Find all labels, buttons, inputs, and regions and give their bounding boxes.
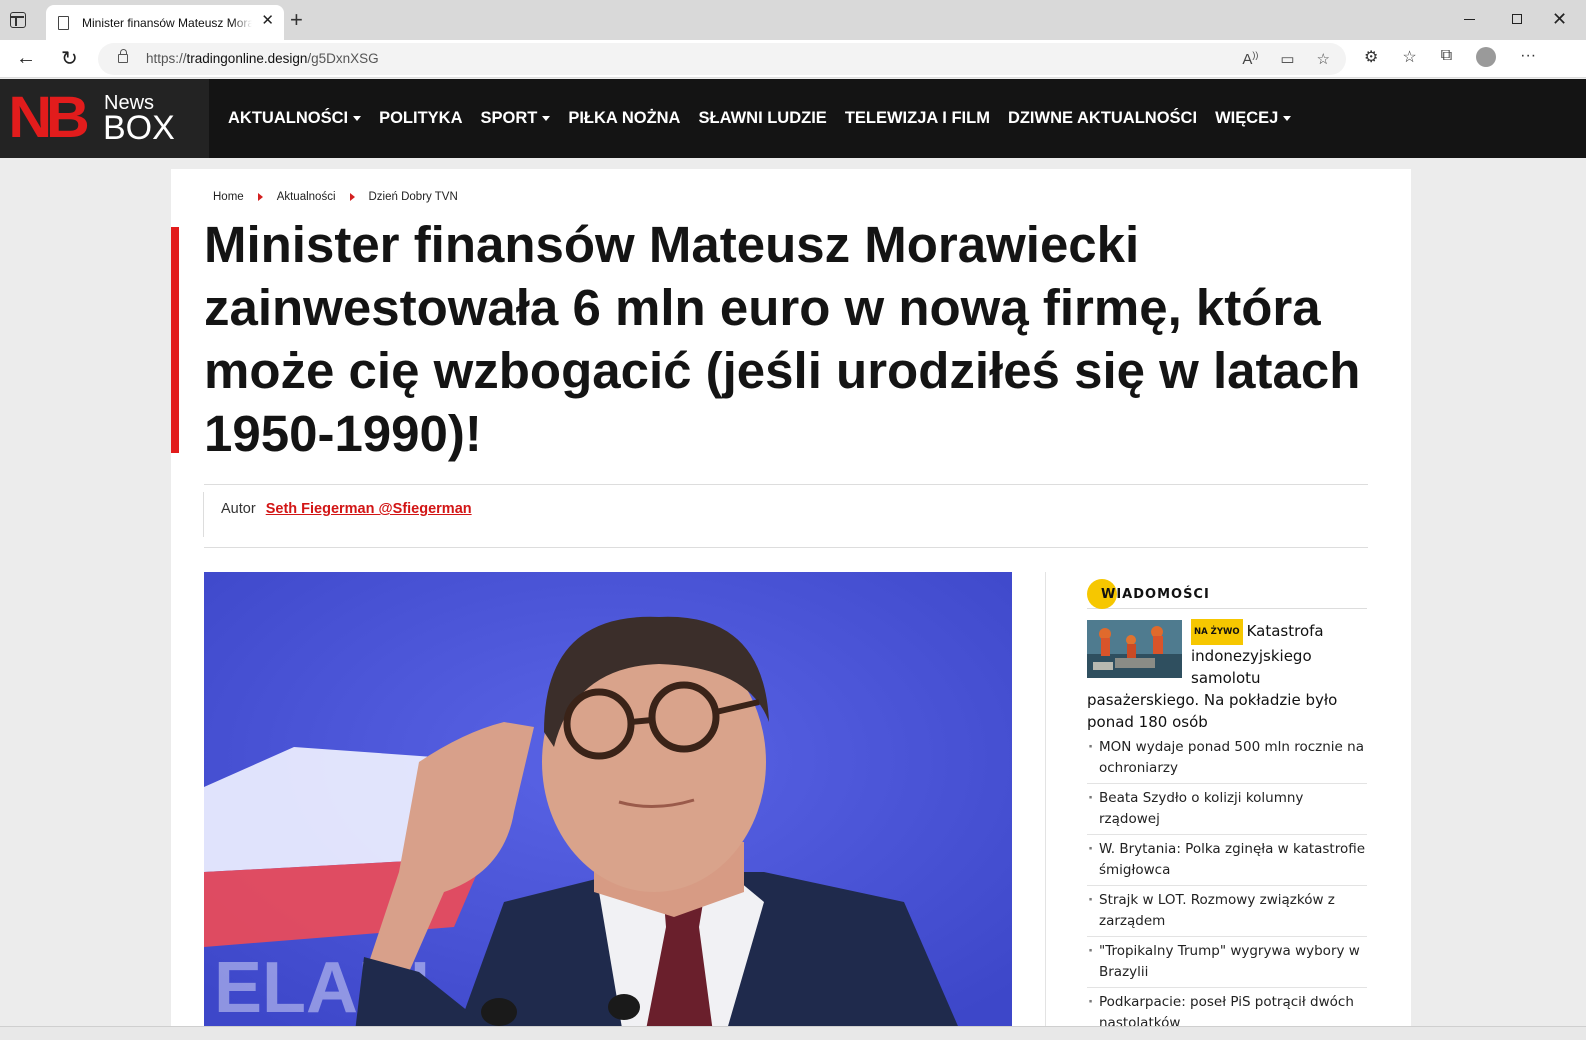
article-container: Home Aktualności Dzień Dobry TVN Ministe… [171,169,1411,1040]
featured-news[interactable]: NA ŻYWO Katastrofa indonezyjskiego samolo… [1087,619,1367,733]
more-menu-icon[interactable]: ··· [1520,47,1536,67]
reload-icon[interactable]: ↻ [61,46,78,71]
profile-avatar[interactable] [1476,47,1497,67]
address-bar-row: ← ↻ https://tradingonline.design/g5DxnXS… [0,40,1586,78]
window-close-button[interactable]: ✕ [1552,9,1567,30]
author-row: Autor Seth Fiegerman @Sfiegerman [221,501,472,517]
nav-item-dziwne-aktualności[interactable]: DZIWNE AKTUALNOŚCI [1008,109,1197,128]
favorites-icon[interactable]: ☆ [1402,47,1416,67]
breadcrumb-section[interactable]: Aktualności [277,191,336,203]
nav-item-telewizja-i-film[interactable]: TELEWIZJA I FILM [845,109,990,128]
news-list: MON wydaje ponad 500 mln rocznie na ochr… [1087,733,1367,1039]
tab-close-icon[interactable]: ✕ [261,13,274,29]
nav-item-sport[interactable]: SPORT [481,109,551,128]
read-aloud-icon[interactable]: A)) [1242,50,1258,68]
news-sidebar: WIADOMOŚCI NA ŻYWO Katastrofa indonezyjsk… [1087,579,1367,1039]
window-bottom-edge [0,1026,1586,1040]
nav-item-więcej[interactable]: WIĘCEJ [1215,109,1292,128]
new-tab-button[interactable]: + [290,9,303,31]
site-logo[interactable]: NB News BOX [0,79,209,158]
divider [204,484,1368,485]
immersive-reader-icon[interactable]: ▭ [1280,50,1294,68]
breadcrumb-current[interactable]: Dzień Dobry TVN [369,191,458,203]
browser-tab-bar: Minister finansów Mateusz Morawiecki ✕ +… [0,0,1586,40]
headline-accent-bar [171,227,179,453]
news-list-item[interactable]: MON wydaje ponad 500 mln rocznie na ochr… [1087,733,1367,784]
window-maximize-button[interactable] [1512,14,1522,24]
news-list-item[interactable]: Beata Szydło o kolizji kolumny rządowej [1087,784,1367,835]
portrait-photo: ELARI [204,572,1012,1040]
url-path: /g5DxnXSG [307,51,379,66]
divider [203,492,204,537]
author-link[interactable]: Seth Fiegerman @Sfiegerman [266,501,472,517]
nav-item-polityka[interactable]: POLITYKA [379,109,462,128]
nav-item-label: AKTUALNOŚCI [228,109,349,127]
site-header: NB News BOX AKTUALNOŚCI POLITYKA SPORT PIŁK… [0,79,1586,158]
browser-toolbar: ⚙ ☆ ⧉ ··· [1364,47,1536,67]
news-list-item[interactable]: Strajk w LOT. Rozmowy związków z zarząde… [1087,886,1367,937]
nav-item-piłka-nożna[interactable]: PIŁKA NOŻNA [568,109,680,128]
column-divider [1045,572,1046,1040]
url-text: https://tradingonline.design/g5DxnXSG [146,51,379,66]
live-badge: NA ŻYWO [1191,619,1243,645]
chevron-down-icon [542,116,551,121]
tab-title: Minister finansów Mateusz Morawiecki [82,16,252,30]
nav-item-aktualności[interactable]: AKTUALNOŚCI [228,109,362,128]
main-nav: AKTUALNOŚCI POLITYKA SPORT PIŁKA NOŻNA SŁAWN… [228,79,1292,158]
collections-icon[interactable]: ⧉ [1441,47,1452,67]
breadcrumb-separator-icon [349,193,355,201]
url-actions: A)) ▭ ☆ [1242,50,1330,68]
divider [204,547,1368,548]
nav-item-sławni-ludzie[interactable]: SŁAWNI LUDZIE [698,109,826,128]
chevron-down-icon [353,116,362,121]
section-title: WIADOMOŚCI [1101,587,1210,602]
lock-icon[interactable] [118,49,128,63]
window-minimize-button[interactable] [1464,19,1475,20]
nav-item-label: SPORT [480,109,538,127]
logo-box-text: BOX [103,109,175,147]
breadcrumb: Home Aktualności Dzień Dobry TVN [213,191,458,203]
back-arrow-icon[interactable]: ← [16,47,36,70]
nav-item-label: DZIWNE AKTUALNOŚCI [1007,109,1198,127]
nav-item-label: SŁAWNI LUDZIE [698,109,827,127]
chevron-down-icon [1283,116,1292,121]
nav-item-label: PIŁKA NOŻNA [568,109,681,127]
nav-item-label: TELEWIZJA I FILM [844,109,990,127]
tab-actions-icon[interactable] [10,12,26,28]
author-label: Autor [221,501,256,517]
browser-tab-active[interactable]: Minister finansów Mateusz Morawiecki ✕ [46,5,284,40]
section-header: WIADOMOŚCI [1087,579,1367,609]
breadcrumb-separator-icon [257,193,263,201]
article-headline: Minister finansów Mateusz Morawiecki zai… [204,216,1361,462]
extensions-icon[interactable]: ⚙ [1364,47,1378,67]
breadcrumb-home[interactable]: Home [213,191,244,203]
article-hero-image: ELARI [204,572,1012,1040]
news-list-item[interactable]: "Tropikalny Trump" wygrywa wybory w Braz… [1087,937,1367,988]
url-prefix: https:// [146,51,187,66]
page-icon [58,16,69,30]
url-field[interactable]: https://tradingonline.design/g5DxnXSG A)… [98,43,1346,75]
featured-thumbnail[interactable] [1087,620,1182,678]
nav-item-label: POLITYKA [379,109,463,127]
url-host: tradingonline.design [186,51,308,66]
add-favorite-icon[interactable]: ☆ [1317,50,1330,68]
logo-mark: NB [8,85,90,150]
news-list-item[interactable]: W. Brytania: Polka zginęła w katastrofie… [1087,835,1367,886]
nav-item-label: WIĘCEJ [1215,109,1279,127]
